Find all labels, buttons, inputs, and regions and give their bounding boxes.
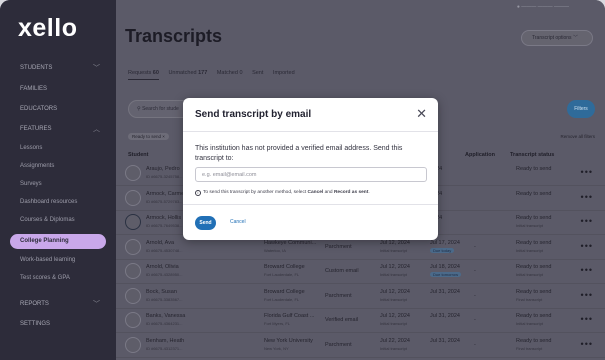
close-icon[interactable]: ✕ bbox=[416, 106, 427, 122]
email-field[interactable] bbox=[195, 167, 427, 182]
info-icon: i bbox=[195, 190, 201, 196]
cancel-button[interactable]: Cancel bbox=[230, 219, 246, 225]
send-transcript-dialog: Send transcript by email ✕ This institut… bbox=[183, 98, 438, 240]
dialog-title: Send transcript by email bbox=[195, 109, 312, 120]
info-text: To send this transcript by another metho… bbox=[203, 190, 308, 195]
divider bbox=[183, 131, 438, 132]
info-text: and bbox=[323, 190, 334, 195]
info-record-text: Record as sent bbox=[333, 190, 369, 195]
send-button[interactable]: Send bbox=[195, 216, 216, 230]
app-window: xello STUDENTS ﹀ FAMILIES EDUCATORS FEATU… bbox=[0, 0, 605, 360]
dialog-message: This institution has not provided a veri… bbox=[195, 145, 403, 162]
info-text: . bbox=[368, 190, 370, 195]
info-note: i To send this transcript by another meth… bbox=[195, 190, 370, 196]
info-cancel-text: Cancel bbox=[307, 190, 324, 195]
divider bbox=[183, 204, 438, 205]
